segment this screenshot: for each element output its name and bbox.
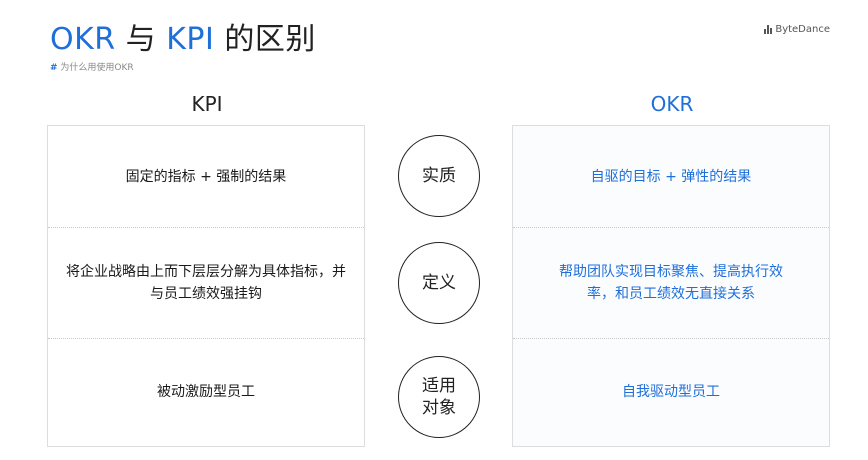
okr-essence-text: 自驱的目标 + 弹性的结果 xyxy=(590,168,752,185)
okr-row-target: 自我驱动型员工 xyxy=(513,339,829,445)
okr-row-definition: 帮助团队实现目标聚焦、提高执行效率，和员工绩效无直接关系 xyxy=(513,228,829,339)
brand-logo: ByteDance xyxy=(764,24,830,35)
okr-definition-text: 帮助团队实现目标聚焦、提高执行效率，和员工绩效无直接关系 xyxy=(559,264,783,302)
label-essence-text: 实质 xyxy=(422,166,456,186)
kpi-row-definition: 将企业战略由上而下层层分解为具体指标，并与员工绩效强挂钩 xyxy=(48,228,364,339)
title-kpi: KPI xyxy=(166,22,215,57)
subtitle: # 为什么用使用OKR xyxy=(50,60,134,73)
label-essence: 实质 xyxy=(398,135,480,217)
kpi-essence-text: 固定的指标 + 强制的结果 xyxy=(125,168,287,185)
page-title: OKR 与 KPI 的区别 xyxy=(50,20,316,60)
hash-icon: # xyxy=(50,63,58,73)
label-definition-text: 定义 xyxy=(422,273,456,293)
okr-target-text: 自我驱动型员工 xyxy=(622,384,720,400)
kpi-card: 固定的指标 + 强制的结果 将企业战略由上而下层层分解为具体指标，并与员工绩效强… xyxy=(47,125,365,447)
bytedance-logo-icon xyxy=(764,25,773,34)
label-definition: 定义 xyxy=(398,242,480,324)
kpi-target-text: 被动激励型员工 xyxy=(157,384,255,400)
okr-row-essence: 自驱的目标 + 弹性的结果 xyxy=(513,126,829,228)
kpi-column-header: KPI xyxy=(191,92,223,116)
title-okr: OKR xyxy=(50,22,116,57)
kpi-definition-text: 将企业战略由上而下层层分解为具体指标，并与员工绩效强挂钩 xyxy=(66,264,346,302)
kpi-row-target: 被动激励型员工 xyxy=(48,339,364,445)
title-rest: 的区别 xyxy=(214,22,316,57)
okr-column-header: OKR xyxy=(650,92,694,116)
kpi-row-essence: 固定的指标 + 强制的结果 xyxy=(48,126,364,228)
title-connector: 与 xyxy=(115,22,167,57)
label-target: 适用对象 xyxy=(398,356,480,438)
subtitle-text: 为什么用使用OKR xyxy=(60,63,134,73)
okr-card: 自驱的目标 + 弹性的结果 帮助团队实现目标聚焦、提高执行效率，和员工绩效无直接… xyxy=(512,125,830,447)
label-target-text: 适用对象 xyxy=(422,376,456,418)
brand-name: ByteDance xyxy=(775,24,830,35)
